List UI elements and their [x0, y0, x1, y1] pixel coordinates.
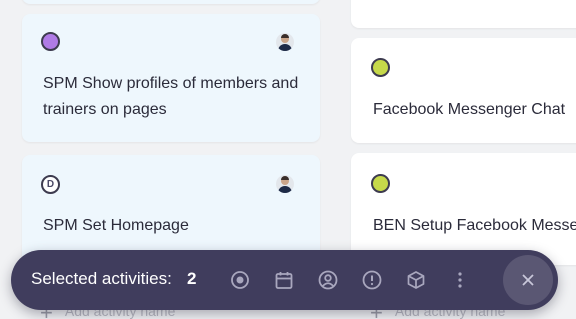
activity-title: SPM Show profiles of members and [43, 75, 299, 92]
assignee-avatar[interactable] [276, 175, 294, 193]
green-status-dot-icon[interactable] [371, 174, 390, 193]
assignee-icon[interactable] [317, 269, 339, 291]
d-status-badge-icon[interactable]: D [41, 175, 60, 194]
activity-card[interactable]: BEN Setup Facebook Messer [351, 153, 576, 265]
activity-title: Facebook Messenger Chat [373, 101, 566, 118]
close-button[interactable] [503, 255, 553, 305]
activity-card-partial[interactable] [351, 0, 576, 28]
activity-card[interactable]: SPM Show profiles of members and trainer… [22, 14, 320, 142]
more-icon[interactable] [449, 269, 471, 291]
close-icon [522, 274, 534, 286]
status-icon[interactable] [229, 269, 251, 291]
priority-icon[interactable] [361, 269, 383, 291]
activity-title-line2: trainers on pages [43, 101, 167, 118]
bulk-action-bar: Selected activities: 2 [11, 250, 558, 310]
activity-title: BEN Setup Facebook Messer [373, 217, 576, 234]
activity-card[interactable]: D SPM Set Homepage [22, 155, 320, 265]
package-icon[interactable] [405, 269, 427, 291]
assignee-avatar[interactable] [276, 33, 294, 51]
selected-count: 2 [187, 269, 197, 288]
activity-card-partial[interactable] [22, 0, 320, 4]
activity-title: SPM Set Homepage [43, 217, 189, 234]
selected-activities-label: Selected activities: [31, 269, 172, 288]
activity-card[interactable]: Facebook Messenger Chat [351, 38, 576, 143]
calendar-icon[interactable] [273, 269, 295, 291]
green-status-dot-icon[interactable] [371, 58, 390, 77]
purple-status-dot-icon[interactable] [41, 32, 60, 51]
